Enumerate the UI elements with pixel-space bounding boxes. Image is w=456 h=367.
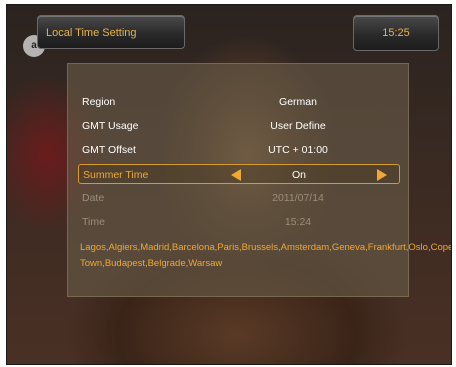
summer-time-value: On — [291, 169, 306, 181]
region-value: German — [279, 96, 317, 108]
summer-time-label: Summer Time — [83, 169, 149, 181]
gmt-usage-value: User Define — [270, 120, 326, 132]
time-value: 15:24 — [284, 216, 312, 228]
time-row: Time 15:24 — [78, 212, 400, 232]
time-label: Time — [82, 216, 105, 228]
date-value: 2011/07/14 — [272, 192, 324, 204]
page-title: Local Time Setting — [37, 15, 185, 49]
gmt-usage-label: GMT Usage — [82, 120, 139, 132]
summer-time-row[interactable]: Summer Time On — [78, 164, 400, 184]
date-row: Date 2011/07/14 — [78, 188, 400, 208]
tv-screen: a Local Time Setting 15:25 Region German… — [6, 4, 452, 365]
gmt-usage-row[interactable]: GMT Usage User Define — [78, 116, 400, 136]
arrow-right-icon[interactable] — [377, 169, 387, 181]
region-label: Region — [82, 96, 116, 108]
gmt-offset-label: GMT Offset — [82, 144, 136, 156]
clock-display: 15:25 — [353, 15, 439, 51]
date-label: Date — [82, 192, 105, 204]
region-row[interactable]: Region German — [78, 92, 400, 112]
gmt-offset-value: UTC + 01:00 — [268, 144, 328, 156]
settings-panel: Region German GMT Usage User Define GMT … — [67, 63, 451, 297]
city-list: Lagos,Algiers,Madrid,Barcelona,Paris,Bru… — [80, 242, 451, 269]
gmt-offset-row[interactable]: GMT Offset UTC + 01:00 — [78, 140, 400, 160]
